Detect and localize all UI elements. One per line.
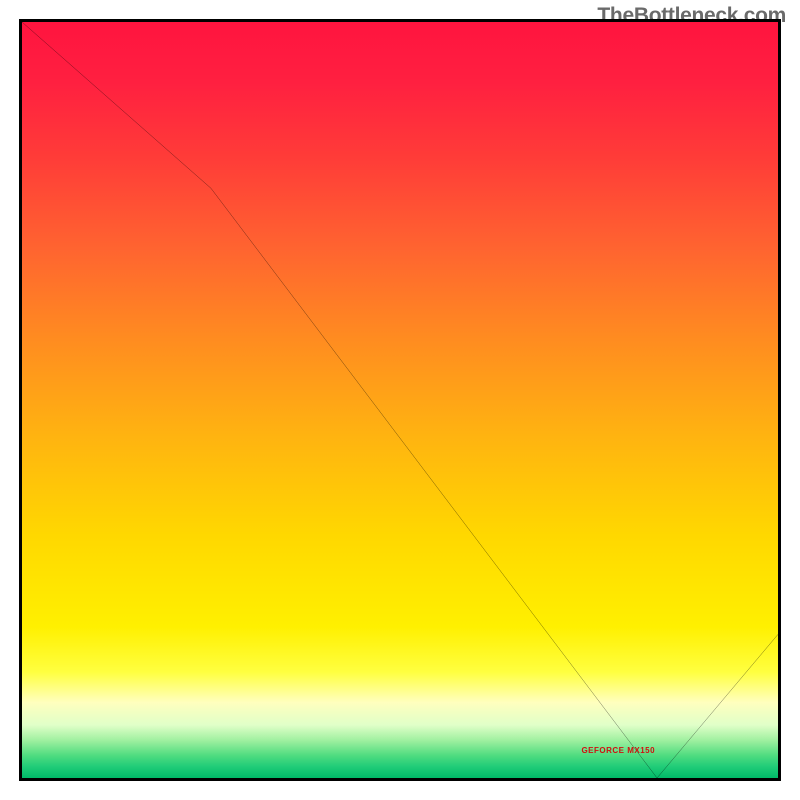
chart-plot-area: GEFORCE MX150 xyxy=(19,19,781,781)
series-marker-label: GEFORCE MX150 xyxy=(581,746,655,755)
chart-line-curve xyxy=(22,22,778,778)
